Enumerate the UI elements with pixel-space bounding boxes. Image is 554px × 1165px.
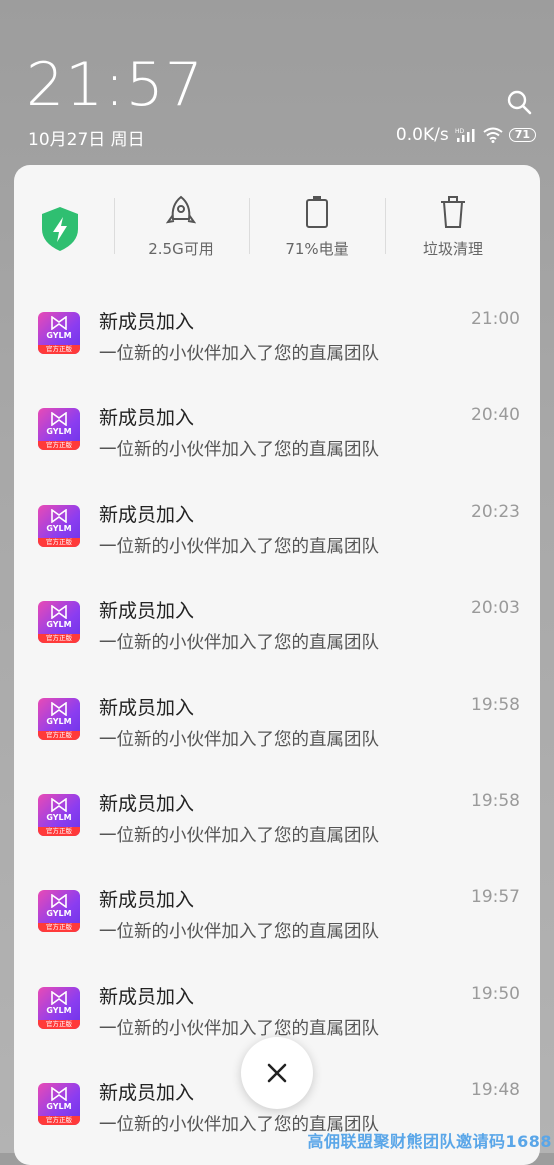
notification-title: 新成员加入 <box>99 503 195 526</box>
notification-title: 新成员加入 <box>99 1082 195 1105</box>
app-icon-tag: 官方正版 <box>38 441 80 451</box>
status-bar: 21:57 10月27日 周日 0.0K/s HD 71 <box>0 0 554 160</box>
app-icon: GYLM 官方正版 <box>38 793 80 836</box>
notification-item[interactable]: GYLM 官方正版 新成员加入一位新的小伙伴加入了您的直属团队 21:00 <box>14 285 540 381</box>
tile-divider <box>385 198 386 254</box>
clear-all-button[interactable] <box>241 1037 313 1109</box>
app-icon: GYLM 官方正版 <box>38 890 80 933</box>
tile-divider <box>114 198 115 254</box>
app-icon-text: GYLM <box>46 1102 72 1112</box>
tile-battery-label: 71%电量 <box>285 240 349 258</box>
watermark: 高佣联盟聚财熊团队邀请码1688 <box>307 1132 552 1151</box>
notification-body: 一位新的小伙伴加入了您的直属团队 <box>99 344 379 364</box>
app-icon-tag: 官方正版 <box>38 345 80 354</box>
notification-time: 19:58 <box>471 694 520 715</box>
notification-item[interactable]: GYLM 官方正版 新成员加入一位新的小伙伴加入了您的直属团队 20:03 <box>14 574 540 670</box>
notification-title: 新成员加入 <box>99 311 195 333</box>
notification-title: 新成员加入 <box>99 696 195 719</box>
bowtie-icon <box>51 316 67 330</box>
notification-body: 一位新的小伙伴加入了您的直属团队 <box>99 1018 379 1039</box>
app-icon-text: GYLM <box>46 620 72 630</box>
notification-body: 一位新的小伙伴加入了您的直属团队 <box>99 633 379 654</box>
quick-tiles: 2.5G可用 71%电量 垃圾清理 <box>14 165 540 275</box>
bowtie-icon <box>51 797 67 812</box>
notification-time: 20:03 <box>471 598 520 619</box>
tile-battery[interactable]: 71%电量 <box>262 195 372 259</box>
close-icon <box>267 1063 287 1083</box>
svg-text:HD: HD <box>455 128 465 135</box>
notification-title: 新成员加入 <box>99 600 195 623</box>
app-icon-text: GYLM <box>46 427 72 437</box>
notification-time: 21:00 <box>471 309 520 329</box>
app-icon: GYLM 官方正版 <box>38 601 80 644</box>
date-label: 10月27日 周日 <box>28 130 145 150</box>
notification-panel: 2.5G可用 71%电量 垃圾清理 GYLM 官方正版 新成员加入 一位新的小伙伴 <box>14 165 540 1165</box>
app-icon-text: GYLM <box>46 1005 72 1015</box>
app-icon-tag: 官方正版 <box>38 730 80 740</box>
signal-icon: HD <box>455 128 475 142</box>
notification-body: 一位新的小伙伴加入了您的直属团队 <box>99 825 379 846</box>
notification-title: 新成员加入 <box>99 985 195 1008</box>
notification-body: 一位新的小伙伴加入了您的直属团队 <box>99 922 379 943</box>
notification-title: 新成员加入 <box>99 792 195 815</box>
system-indicators: 0.0K/s HD 71 <box>396 125 536 145</box>
bowtie-icon <box>51 894 67 909</box>
tile-memory-label: 2.5G可用 <box>148 240 214 258</box>
bowtie-icon <box>51 412 67 427</box>
app-icon-text: GYLM <box>46 331 72 340</box>
bowtie-icon <box>51 990 67 1005</box>
tile-cleanup-label: 垃圾清理 <box>422 240 483 258</box>
notification-item[interactable]: GYLM 官方正版 新成员加入一位新的小伙伴加入了您的直属团队 20:23 <box>14 478 540 574</box>
network-speed: 0.0K/s <box>395 125 449 145</box>
trash-icon <box>441 196 465 228</box>
clock: 21:57 <box>26 50 204 120</box>
battery-icon <box>306 196 328 228</box>
app-icon: GYLM 官方正版 <box>38 697 80 740</box>
app-icon-tag: 官方正版 <box>38 1116 80 1126</box>
notification-time: 19:58 <box>471 790 520 811</box>
bowtie-icon <box>51 508 67 523</box>
notification-time: 19:57 <box>471 887 520 908</box>
bowtie-icon <box>51 605 67 620</box>
app-icon: GYLM 官方正版 <box>38 986 80 1029</box>
notification-body: 一位新的小伙伴加入了您的直属团队 <box>99 440 379 461</box>
notification-time: 20:23 <box>471 501 520 522</box>
app-icon: GYLM 官方正版 <box>38 1083 80 1126</box>
notification-item[interactable]: GYLM 官方正版 新成员加入一位新的小伙伴加入了您的直属团队 19:57 <box>14 863 540 959</box>
app-icon-text: GYLM <box>46 909 72 919</box>
notification-item[interactable]: GYLM 官方正版 新成员加入一位新的小伙伴加入了您的直属团队 19:58 <box>14 767 540 863</box>
app-icon: GYLM 官方正版 <box>38 408 80 451</box>
notification-time: 20:40 <box>471 405 520 426</box>
notification-item[interactable]: GYLM 官方正版 新成员加入一位新的小伙伴加入了您的直属团队 19:58 <box>14 671 540 767</box>
rocket-icon <box>166 195 196 224</box>
notification-list: GYLM 官方正版 新成员加入 一位新的小伙伴加入了您的直属团队 21:00 GYLM 官方… <box>14 285 540 1153</box>
notification-body: 一位新的小伙伴加入了您的直属团队 <box>99 536 379 557</box>
app-icon-text: GYLM <box>46 523 72 533</box>
battery-indicator: 71 <box>508 128 536 142</box>
notification-title: 新成员加入 <box>99 889 195 912</box>
app-icon-tag: 官方正版 <box>38 1019 80 1029</box>
app-icon: GYLM 官方正版 <box>38 504 80 547</box>
notification-time: 19:48 <box>471 1080 520 1101</box>
app-icon-tag: 官方正版 <box>38 923 80 933</box>
tile-cleanup[interactable]: 垃圾清理 <box>398 195 508 259</box>
app-icon-text: GYLM <box>46 812 72 822</box>
shield-bolt-icon[interactable] <box>38 205 82 253</box>
notification-time: 19:50 <box>471 983 520 1004</box>
notification-item[interactable]: GYLM 官方正版 新成员加入一位新的小伙伴加入了您的直属团队 20:40 <box>14 381 540 477</box>
tile-memory[interactable]: 2.5G可用 <box>126 195 236 259</box>
app-icon-tag: 官方正版 <box>38 634 80 644</box>
notification-body: 一位新的小伙伴加入了您的直属团队 <box>99 729 379 750</box>
bowtie-icon <box>51 701 67 716</box>
search-icon[interactable] <box>506 89 532 115</box>
tile-divider <box>249 198 250 254</box>
app-icon-tag: 官方正版 <box>38 537 80 547</box>
app-icon-text: GYLM <box>46 716 72 726</box>
app-icon: GYLM 官方正版 <box>38 312 80 354</box>
bowtie-icon <box>51 1087 67 1102</box>
app-icon-tag: 官方正版 <box>38 826 80 836</box>
notification-title: 新成员加入 <box>99 407 195 430</box>
wifi-icon <box>483 127 503 143</box>
